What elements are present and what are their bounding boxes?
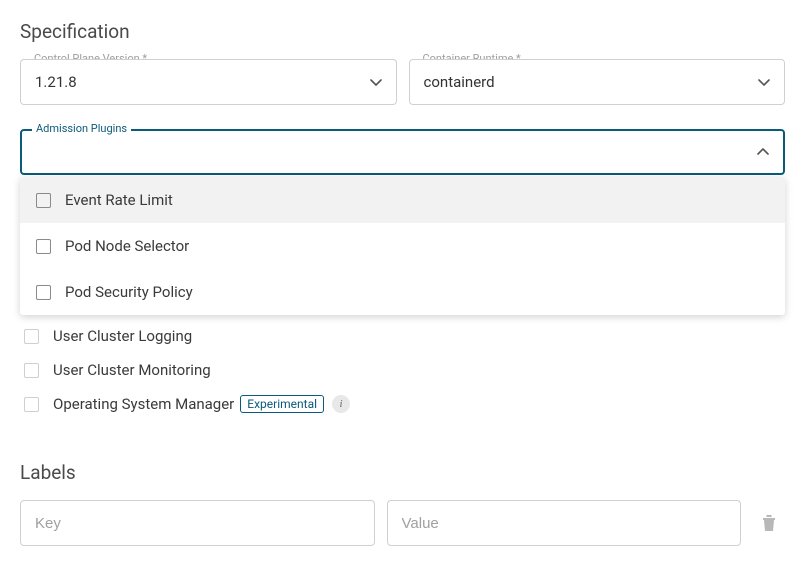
admission-plugins-field[interactable]: Admission Plugins: [20, 129, 785, 175]
option-label: User Cluster Monitoring: [53, 361, 211, 379]
feature-option-user-cluster-logging[interactable]: User Cluster Logging: [24, 319, 785, 353]
option-label: User Cluster Logging: [53, 327, 192, 345]
feature-option-operating-system-manager[interactable]: Operating System Manager Experimental i: [24, 387, 785, 421]
checkbox-icon[interactable]: [24, 363, 39, 378]
admission-option-pod-security-policy[interactable]: Pod Security Policy: [20, 269, 785, 315]
checkbox-icon[interactable]: [36, 239, 51, 254]
checkbox-icon[interactable]: [36, 285, 51, 300]
control-plane-version-field[interactable]: Control Plane Version * 1.21.8: [20, 59, 397, 105]
label-key-input[interactable]: [20, 500, 375, 546]
experimental-badge: Experimental: [240, 395, 324, 413]
option-label: Operating System Manager: [53, 395, 234, 413]
trash-icon[interactable]: [753, 506, 785, 540]
admission-option-event-rate-limit[interactable]: Event Rate Limit: [20, 177, 785, 223]
label-value-input[interactable]: [387, 500, 742, 546]
chevron-up-icon: [755, 144, 771, 160]
chevron-down-icon: [368, 74, 384, 90]
container-runtime-value: containerd: [424, 73, 749, 91]
option-label: Event Rate Limit: [65, 191, 173, 209]
admission-option-pod-node-selector[interactable]: Pod Node Selector: [20, 223, 785, 269]
option-label: Pod Node Selector: [65, 237, 189, 255]
admission-plugins-dropdown: Event Rate Limit Pod Node Selector Pod S…: [20, 177, 785, 315]
specification-heading: Specification: [20, 20, 785, 43]
control-plane-version-value: 1.21.8: [35, 73, 360, 91]
feature-option-user-cluster-monitoring[interactable]: User Cluster Monitoring: [24, 353, 785, 387]
chevron-down-icon: [756, 74, 772, 90]
container-runtime-field[interactable]: Container Runtime * containerd: [409, 59, 786, 105]
checkbox-icon[interactable]: [24, 397, 39, 412]
checkbox-icon[interactable]: [36, 193, 51, 208]
checkbox-icon[interactable]: [24, 329, 39, 344]
option-label: Pod Security Policy: [65, 283, 193, 301]
labels-heading: Labels: [20, 461, 785, 484]
info-icon[interactable]: i: [332, 395, 350, 413]
admission-plugins-label: Admission Plugins: [32, 122, 131, 135]
